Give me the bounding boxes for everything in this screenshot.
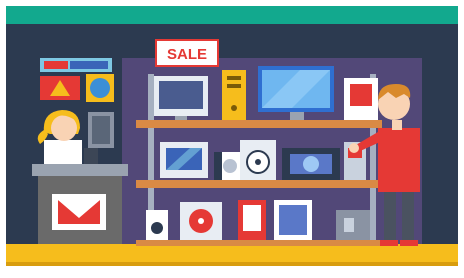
phone-icon: [238, 200, 266, 240]
disc-box-icon: [240, 140, 276, 180]
cashier-body: [44, 140, 82, 166]
customer-shoe-right: [400, 240, 418, 246]
photo-frame-icon: [274, 200, 312, 240]
shelf-board-top: [136, 120, 382, 128]
customer-leg-right: [402, 190, 414, 240]
top-accent-bar: [6, 6, 458, 24]
pc-tower-icon: [222, 70, 246, 120]
screen-frame-icon: [344, 78, 378, 120]
electronics-store-illustration: SALE: [0, 0, 464, 278]
customer-hand: [349, 143, 359, 153]
customer-leg-left: [384, 190, 396, 240]
wall-sign-circle-icon: [86, 74, 114, 102]
cashier-face: [51, 115, 77, 141]
speaker-icon: [146, 210, 168, 240]
sale-sign-label: SALE: [167, 46, 207, 63]
hard-drive-icon: [180, 202, 222, 240]
wall-poster: [40, 58, 112, 72]
counter-top: [32, 164, 128, 176]
wall-sign-triangle-icon: [40, 76, 80, 100]
customer-neck: [392, 120, 402, 130]
monitor-icon: [154, 76, 208, 122]
envelope-logo-icon: [52, 194, 106, 230]
shelf-board-bottom: [136, 240, 382, 246]
shelf-board-middle: [136, 180, 382, 188]
customer-shoe-left: [380, 240, 398, 246]
disc-case-icon: [214, 152, 240, 180]
store-floor: [6, 244, 458, 264]
sale-sign: SALE: [155, 39, 219, 67]
boxes-icon: [336, 210, 370, 240]
printer-icon: [160, 142, 208, 178]
customer-shirt: [378, 128, 420, 192]
floor-edge: [6, 262, 458, 266]
camera-icon: [282, 148, 340, 180]
